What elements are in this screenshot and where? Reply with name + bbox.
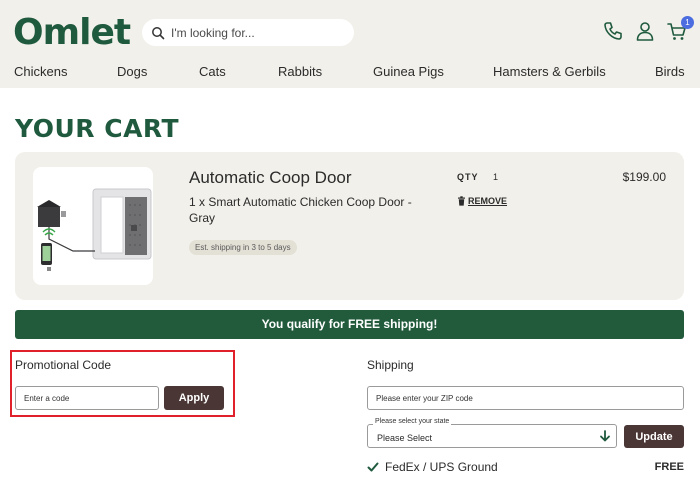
header-actions: 1 — [602, 16, 694, 42]
cart-item-card: Automatic Coop Door 1 x Smart Automatic … — [15, 152, 684, 300]
search-placeholder[interactable]: I'm looking for... — [171, 26, 255, 40]
shipping-method-row[interactable]: FedEx / UPS Ground — [367, 460, 498, 474]
state-select[interactable]: Please Select — [367, 424, 617, 448]
update-button[interactable]: Update — [624, 425, 684, 448]
qty-label: QTY — [457, 172, 479, 182]
shipping-method-label: FedEx / UPS Ground — [385, 460, 498, 474]
state-select-value: Please Select — [377, 433, 433, 443]
cart-button[interactable]: 1 — [666, 16, 694, 42]
phone-icon[interactable] — [602, 20, 624, 42]
product-image[interactable] — [33, 167, 153, 285]
trash-icon — [458, 196, 465, 206]
qty-value[interactable]: 1 — [493, 172, 498, 182]
product-name[interactable]: Automatic Coop Door — [189, 168, 352, 188]
zip-code-input[interactable] — [367, 386, 684, 410]
shipping-method-price: FREE — [654, 461, 684, 473]
nav-cats[interactable]: Cats — [199, 64, 226, 79]
promo-code-input[interactable] — [15, 386, 159, 410]
arrow-down-icon — [600, 430, 610, 442]
nav-chickens[interactable]: Chickens — [14, 64, 67, 79]
promo-code-label: Promotional Code — [15, 358, 112, 372]
remove-button[interactable]: REMOVE — [457, 196, 507, 206]
product-description: 1 x Smart Automatic Chicken Coop Door - … — [189, 195, 412, 225]
site-header: Omlet I'm looking for... 1 Chickens Dogs… — [0, 0, 700, 88]
nav-rabbits[interactable]: Rabbits — [278, 64, 322, 79]
cart-count-badge: 1 — [681, 16, 694, 29]
shipping-estimate-badge: Est. shipping in 3 to 5 days — [189, 240, 297, 255]
free-shipping-banner: You qualify for FREE shipping! — [15, 310, 684, 339]
coop-door-illustration — [37, 188, 152, 271]
category-nav: Chickens Dogs Cats Rabbits Guinea Pigs H… — [0, 64, 700, 82]
shipping-label: Shipping — [367, 358, 414, 372]
item-price: $199.00 — [622, 170, 666, 184]
nav-dogs[interactable]: Dogs — [117, 64, 147, 79]
checkmark-icon — [367, 462, 379, 472]
nav-guinea-pigs[interactable]: Guinea Pigs — [373, 64, 444, 79]
search-icon — [152, 26, 165, 39]
remove-label: REMOVE — [468, 196, 508, 206]
page-title: YOUR CART — [15, 114, 180, 143]
state-select-legend: Please select your state — [373, 418, 452, 425]
search-bar[interactable]: I'm looking for... — [142, 19, 354, 46]
nav-hamsters-gerbils[interactable]: Hamsters & Gerbils — [493, 64, 606, 79]
nav-birds[interactable]: Birds — [655, 64, 685, 79]
omlet-logo[interactable]: Omlet — [13, 11, 131, 55]
account-icon[interactable] — [634, 20, 656, 42]
apply-button[interactable]: Apply — [164, 386, 224, 410]
